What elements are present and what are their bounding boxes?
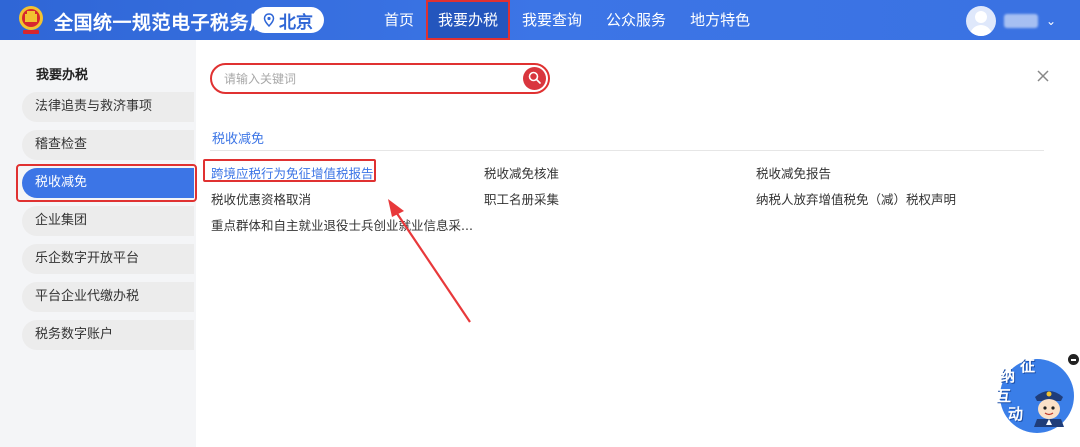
close-icon[interactable]: [1035, 68, 1051, 84]
tax-officer-mascot-icon: [1034, 391, 1064, 427]
tax-emblem-logo[interactable]: [14, 3, 48, 37]
section-title: 税收减免: [212, 132, 265, 147]
search-input[interactable]: [224, 70, 514, 88]
nav-local-features[interactable]: 地方特色: [678, 0, 762, 40]
search-box: [210, 63, 550, 94]
site-title[interactable]: 全国统一规范电子税务局: [54, 8, 269, 35]
sidebar-item-platform-withholding[interactable]: 平台企业代缴办税: [22, 282, 194, 312]
sidebar-item-leqi-platform[interactable]: 乐企数字开放平台: [22, 244, 194, 274]
widget-char-dong: 动: [1008, 405, 1024, 423]
sidebar-item-inspection[interactable]: 稽查检查: [22, 130, 194, 160]
avatar-icon[interactable]: [965, 6, 996, 36]
main-nav: 首页 我要办税 我要查询 公众服务 地方特色: [372, 0, 762, 40]
section-divider: [210, 150, 1044, 151]
link-tax-relief-report[interactable]: 税收减免报告: [756, 163, 831, 182]
link-preferential-qualification-cancel[interactable]: 税收优惠资格取消: [211, 189, 311, 208]
link-employee-roster[interactable]: 职工名册采集: [484, 189, 559, 208]
sidebar-item-enterprise-group[interactable]: 企业集团: [22, 206, 194, 236]
nav-query[interactable]: 我要查询: [510, 0, 594, 40]
annotation-arrow-icon: [388, 199, 471, 323]
sidebar-heading: 我要办税: [36, 68, 89, 83]
interaction-widget[interactable]: 征 纳 互 动: [990, 355, 1080, 447]
link-waive-vat-exemption[interactable]: 纳税人放弃增值税免（减）税权声明: [756, 189, 956, 208]
nav-tax-handling[interactable]: 我要办税: [426, 0, 511, 40]
sidebar-item-digital-account[interactable]: 税务数字账户: [22, 320, 194, 350]
widget-char-na: 纳: [1000, 367, 1016, 385]
city-selector[interactable]: 北京: [252, 7, 324, 33]
link-tax-relief-approval[interactable]: 税收减免核准: [484, 163, 559, 182]
active-item-highlight: [16, 164, 197, 202]
link-highlight-outline: [203, 159, 376, 182]
chevron-down-icon[interactable]: ⌄: [1046, 14, 1056, 28]
sidebar-item-legal-remedies[interactable]: 法律追责与救济事项: [22, 92, 194, 122]
user-name-redacted: [1003, 14, 1038, 28]
nav-public-service[interactable]: 公众服务: [594, 0, 678, 40]
city-label: 北京: [279, 12, 313, 33]
nav-home[interactable]: 首页: [372, 0, 426, 40]
search-icon: [528, 71, 541, 84]
user-menu[interactable]: ⌄: [965, 6, 1056, 36]
widget-minimize-button[interactable]: [1068, 354, 1079, 365]
widget-char-zheng: 征: [1020, 357, 1036, 375]
location-pin-icon: [263, 13, 275, 27]
top-header: 全国统一规范电子税务局 北京 首页 我要办税 我要查询 公众服务 地方特色 ⌄: [0, 0, 1080, 40]
search-button[interactable]: [523, 67, 546, 90]
